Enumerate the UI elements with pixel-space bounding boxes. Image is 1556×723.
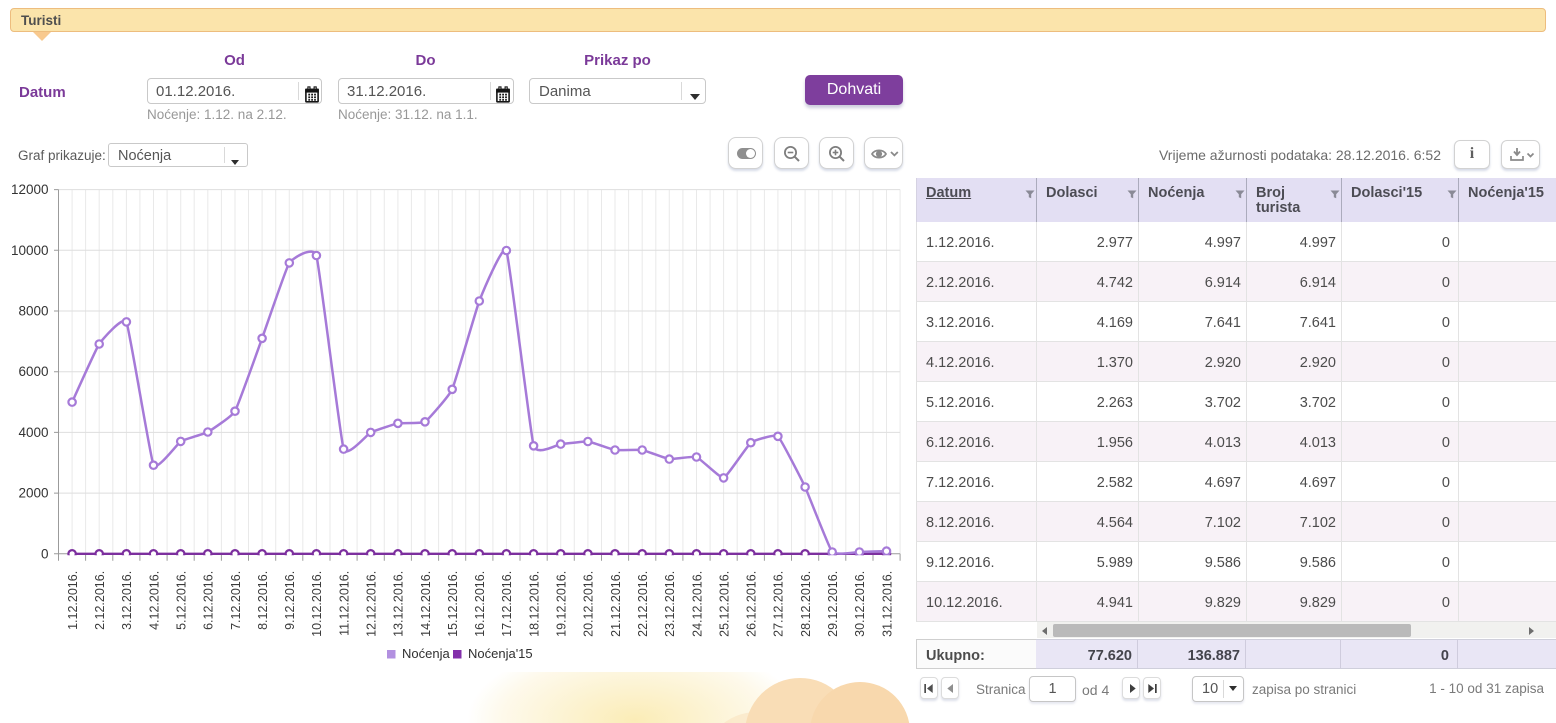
svg-text:15.12.2016.: 15.12.2016.: [446, 571, 460, 637]
svg-text:27.12.2016.: 27.12.2016.: [772, 571, 786, 637]
svg-text:11.12.2016.: 11.12.2016.: [337, 571, 351, 636]
svg-text:2.12.2016.: 2.12.2016.: [93, 571, 107, 630]
svg-text:12.12.2016.: 12.12.2016.: [365, 571, 379, 637]
svg-text:4000: 4000: [18, 425, 48, 440]
svg-text:6000: 6000: [18, 364, 48, 379]
svg-text:6.12.2016.: 6.12.2016.: [202, 571, 216, 630]
svg-text:7.12.2016.: 7.12.2016.: [229, 571, 243, 630]
svg-text:16.12.2016.: 16.12.2016.: [473, 571, 487, 637]
svg-text:14.12.2016.: 14.12.2016.: [419, 571, 433, 637]
svg-text:17.12.2016.: 17.12.2016.: [500, 571, 514, 637]
svg-text:29.12.2016.: 29.12.2016.: [826, 571, 840, 637]
svg-text:0: 0: [41, 546, 49, 561]
svg-text:23.12.2016.: 23.12.2016.: [663, 571, 677, 637]
svg-text:Noćenja: Noćenja: [402, 646, 450, 661]
svg-text:4.12.2016.: 4.12.2016.: [147, 571, 161, 630]
svg-text:22.12.2016.: 22.12.2016.: [636, 571, 650, 637]
svg-text:21.12.2016.: 21.12.2016.: [609, 571, 623, 637]
svg-text:28.12.2016.: 28.12.2016.: [799, 571, 813, 637]
svg-text:13.12.2016.: 13.12.2016.: [392, 571, 406, 637]
svg-text:10000: 10000: [11, 243, 49, 258]
svg-text:31.12.2016.: 31.12.2016.: [880, 571, 894, 637]
svg-text:20.12.2016.: 20.12.2016.: [582, 571, 596, 637]
svg-text:1.12.2016.: 1.12.2016.: [66, 571, 80, 630]
svg-text:24.12.2016.: 24.12.2016.: [690, 571, 704, 637]
svg-text:8000: 8000: [18, 304, 48, 319]
svg-text:3.12.2016.: 3.12.2016.: [120, 571, 134, 630]
svg-text:19.12.2016.: 19.12.2016.: [555, 571, 569, 637]
svg-text:25.12.2016.: 25.12.2016.: [717, 571, 731, 637]
svg-text:Noćenja'15: Noćenja'15: [468, 646, 533, 661]
svg-text:26.12.2016.: 26.12.2016.: [745, 571, 759, 637]
svg-text:10.12.2016.: 10.12.2016.: [310, 571, 324, 637]
svg-text:9.12.2016.: 9.12.2016.: [283, 571, 297, 630]
svg-text:2000: 2000: [18, 486, 48, 501]
svg-text:18.12.2016.: 18.12.2016.: [527, 571, 541, 637]
svg-text:8.12.2016.: 8.12.2016.: [256, 571, 270, 630]
svg-text:12000: 12000: [11, 182, 49, 197]
svg-text:5.12.2016.: 5.12.2016.: [175, 571, 189, 630]
svg-text:30.12.2016.: 30.12.2016.: [853, 571, 867, 637]
